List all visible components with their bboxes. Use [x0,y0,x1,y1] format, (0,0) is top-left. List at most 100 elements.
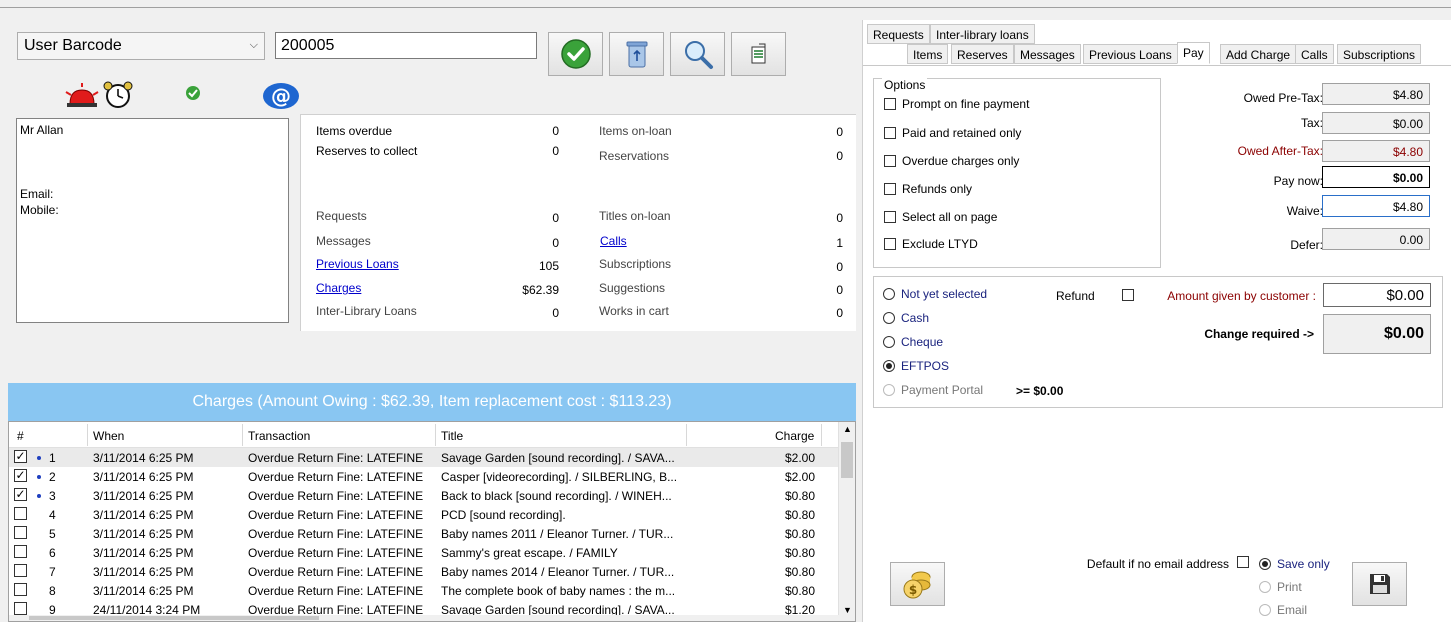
tax-field: $0.00 [1322,112,1430,134]
change-required-label: Change required -> [1204,327,1314,341]
spreadsheet-export-icon [751,43,765,64]
stat-suggestions-label: Suggestions [599,281,666,295]
scroll-up-icon[interactable]: ▲ [843,424,852,434]
row-number: 3 [49,489,56,503]
row-checkbox[interactable]: ✓ [14,469,27,482]
table-row[interactable]: ✓ 3 3/11/2014 6:25 PM Overdue Return Fine: … [9,486,839,505]
checkbox[interactable] [884,127,896,139]
checkbox[interactable] [884,183,896,195]
receipt-option-label: Email [1277,603,1308,617]
refund-checkbox[interactable] [1122,289,1134,301]
checkbox[interactable] [884,211,896,223]
tab-pay[interactable]: Pay [1177,42,1210,64]
radio[interactable] [883,336,895,348]
option-label: Refunds only [902,182,973,196]
stat-titles-on-loan-value: 0 [836,211,843,225]
radio[interactable] [883,312,895,324]
barcode-input[interactable] [275,32,537,59]
waive-input[interactable]: $4.80 [1322,195,1430,217]
charges-link[interactable]: Charges [316,281,361,295]
row-checkbox[interactable] [14,545,27,558]
charges-vertical-scrollbar[interactable]: ▲ ▼ [838,422,855,621]
export-button[interactable] [731,32,786,76]
tab-items[interactable]: Items [907,44,949,64]
checkbox[interactable] [884,98,896,110]
method-eftpos[interactable]: EFTPOS [883,359,949,373]
pay-now-input[interactable]: $0.00 [1322,166,1430,188]
row-checkbox[interactable]: ✓ [14,450,27,463]
row-checkbox[interactable] [14,583,27,596]
method-payment-portal[interactable]: Payment Portal [883,383,983,397]
row-checkbox[interactable] [14,564,27,577]
col-header-when[interactable]: When [93,429,124,443]
radio[interactable] [883,384,895,396]
col-header-title[interactable]: Title [441,429,463,443]
receipt-save-only[interactable]: Save only [1259,557,1330,571]
row-checkbox[interactable]: ✓ [14,488,27,501]
payment-receipt-button[interactable]: $ [890,562,945,606]
option-exclude-ltyd[interactable]: Exclude LTYD [884,237,978,251]
table-row[interactable]: ✓ 1 3/11/2014 6:25 PM Overdue Return Fine: … [9,448,839,467]
calls-link[interactable]: Calls [600,234,627,248]
option-select-all-on-page[interactable]: Select all on page [884,210,997,224]
table-row[interactable]: 4 3/11/2014 6:25 PM Overdue Return Fine: L… [9,505,839,524]
method-cheque[interactable]: Cheque [883,335,943,349]
hscrollbar-thumb[interactable] [29,616,319,620]
tab-messages[interactable]: Messages [1014,44,1081,64]
row-checkbox[interactable] [14,526,27,539]
default-email-checkbox[interactable] [1237,556,1249,568]
col-header-num[interactable]: # [17,429,24,443]
table-row[interactable]: 8 3/11/2014 6:25 PM Overdue Return Fine: L… [9,581,839,600]
radio[interactable] [1259,581,1271,593]
table-row[interactable]: 6 3/11/2014 6:25 PM Overdue Return Fine: L… [9,543,839,562]
defer-field: 0.00 [1322,228,1430,250]
charges-grid[interactable]: # When Transaction Title Charge ✓ 1 3/11/2… [8,421,856,622]
row-number: 5 [49,527,56,541]
option-overdue-charges-only[interactable]: Overdue charges only [884,154,1019,168]
receipt-print[interactable]: Print [1259,580,1302,594]
tab-reserves[interactable]: Reserves [951,44,1014,64]
col-header-transaction[interactable]: Transaction [248,429,310,443]
stat-items-overdue-value: 0 [552,124,559,138]
table-row[interactable]: ✓ 2 3/11/2014 6:25 PM Overdue Return Fine: … [9,467,839,486]
table-row[interactable]: 5 3/11/2014 6:25 PM Overdue Return Fine: L… [9,524,839,543]
row-when: 3/11/2014 6:25 PM [93,451,194,465]
charges-horizontal-scrollbar[interactable] [9,615,839,621]
search-button[interactable] [670,32,725,76]
clear-button[interactable] [609,32,664,76]
checkbox[interactable] [884,238,896,250]
option-label: Select all on page [902,210,998,224]
checkbox[interactable] [884,155,896,167]
option-paid-and-retained-only[interactable]: Paid and retained only [884,126,1021,140]
save-button[interactable] [1352,562,1407,606]
method-not-yet-selected[interactable]: Not yet selected [883,287,987,301]
table-row[interactable]: 7 3/11/2014 6:25 PM Overdue Return Fine: L… [9,562,839,581]
search-mode-select[interactable]: User Barcode ⌵ [17,32,265,60]
radio-selected[interactable] [1259,558,1271,570]
tab-previous-loans[interactable]: Previous Loans [1083,44,1178,64]
row-checkbox[interactable] [14,507,27,520]
scrollbar-thumb[interactable] [841,442,853,478]
row-title: Savage Garden [sound recording]. / SAVA.… [441,451,675,465]
tab-calls[interactable]: Calls [1295,44,1334,64]
tab-add-charge[interactable]: Add Charge [1220,44,1297,64]
option-refunds-only[interactable]: Refunds only [884,182,972,196]
amount-given-input[interactable]: $0.00 [1323,283,1431,307]
radio-selected[interactable] [883,360,895,372]
receipt-email[interactable]: Email [1259,603,1307,617]
tab-subscriptions[interactable]: Subscriptions [1337,44,1422,64]
method-cash[interactable]: Cash [883,311,929,325]
method-label: EFTPOS [901,359,950,373]
radio[interactable] [883,288,895,300]
tab-inter-library-loans[interactable]: Inter-library loans [930,24,1035,44]
scroll-down-icon[interactable]: ▼ [843,605,852,615]
radio[interactable] [1259,604,1271,616]
previous-loans-link[interactable]: Previous Loans [316,257,399,271]
col-header-charge[interactable]: Charge [775,429,814,443]
confirm-button[interactable] [548,32,603,76]
row-checkbox[interactable] [14,602,27,615]
option-prompt-on-fine-payment[interactable]: Prompt on fine payment [884,97,1029,111]
stat-reserves-to-collect-label: Reserves to collect [316,144,418,158]
row-transaction: Overdue Return Fine: LATEFINE [248,565,424,579]
tab-requests[interactable]: Requests [867,24,930,44]
